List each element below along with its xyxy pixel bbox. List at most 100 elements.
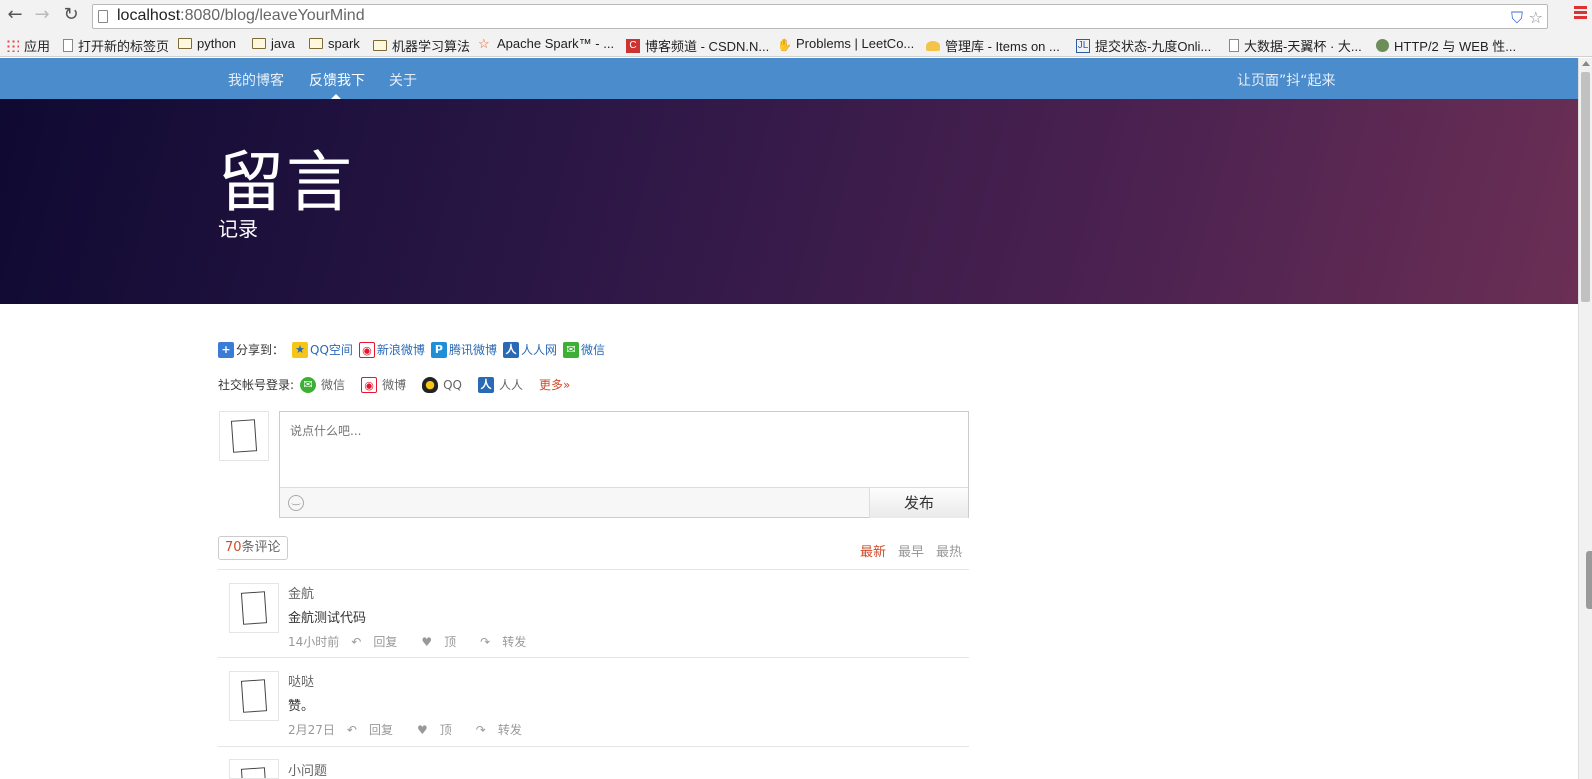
address-bar[interactable]: localhost:8080/blog/leaveYourMind ⛉ ☆ bbox=[92, 4, 1548, 29]
divider bbox=[218, 657, 969, 658]
bookmark-apps[interactable]: 应用 bbox=[6, 36, 50, 55]
jiudu-icon: JL bbox=[1076, 38, 1090, 53]
comment-author[interactable]: 哒哒 bbox=[288, 671, 314, 690]
wechat-icon: ✉ bbox=[300, 376, 317, 393]
bookmark-apache-spark[interactable]: ☆ Apache Spark™ - ... bbox=[478, 36, 614, 51]
plus-icon: + bbox=[218, 341, 234, 358]
reply-arrow-icon: ↶ bbox=[351, 635, 362, 649]
star-icon[interactable]: ☆ bbox=[1529, 8, 1543, 27]
shield-icon[interactable]: ⛉ bbox=[1511, 8, 1523, 28]
nav-about[interactable]: 关于 bbox=[389, 70, 417, 90]
comment-avatar[interactable] bbox=[229, 583, 279, 633]
share-tencent-weibo[interactable]: P 腾讯微博 bbox=[430, 341, 497, 358]
comment-text: 金航测试代码 bbox=[288, 611, 367, 626]
spark-icon: ☆ bbox=[478, 35, 490, 51]
comment-time: 14小时前 bbox=[288, 635, 340, 649]
post-comment-button[interactable]: 发布 bbox=[869, 488, 968, 518]
repost-button[interactable]: ↷ 转发 bbox=[476, 721, 534, 738]
folder-icon bbox=[178, 38, 192, 49]
bookmark-new-tab[interactable]: 打开新的标签页 bbox=[63, 36, 169, 55]
bookmark-python[interactable]: python bbox=[178, 36, 236, 51]
leetcode-icon: ✋ bbox=[777, 37, 792, 52]
current-user-avatar bbox=[219, 411, 269, 461]
bookmarks-bar: 应用 打开新的标签页 python java spark 机器学习算法 ☆ Apa… bbox=[0, 32, 1592, 57]
csdn-icon: C bbox=[626, 38, 640, 53]
apps-icon bbox=[6, 39, 19, 52]
scroll-thumb[interactable] bbox=[1581, 72, 1590, 302]
comment-author[interactable]: 金航 bbox=[288, 583, 314, 602]
back-arrow-icon[interactable]: ← bbox=[4, 4, 26, 26]
comment-time: 2月27日 bbox=[288, 723, 335, 737]
divider bbox=[218, 569, 969, 570]
page-title: 留言 bbox=[218, 144, 354, 221]
renren-icon: 人 bbox=[477, 376, 494, 393]
hero-banner: 留言 记录 bbox=[0, 99, 1578, 304]
like-button[interactable]: ♥ 顶 bbox=[417, 721, 464, 738]
login-weibo[interactable]: ◉ 微博 bbox=[361, 376, 406, 393]
share-bar: + 分享到： ★ QQ空间 ◉ 新浪微博 P 腾讯微博 人人人网 ✉ 微信 bbox=[218, 341, 611, 358]
page-icon bbox=[98, 10, 108, 23]
comment-avatar[interactable] bbox=[229, 759, 279, 779]
bookmark-bigdata[interactable]: 大数据-天翼杯 · 大... bbox=[1229, 36, 1362, 55]
bookmark-java[interactable]: java bbox=[252, 36, 295, 51]
scroll-up-arrow-icon[interactable] bbox=[1582, 61, 1590, 66]
sort-hottest[interactable]: 最热 bbox=[936, 541, 962, 560]
site-navbar: 我的博客 反馈我下 关于 让页面”抖“起来 bbox=[0, 58, 1578, 99]
social-login-bar: 社交帐号登录: ✉ 微信 ◉ 微博 ● QQ 人人人 更多» bbox=[218, 376, 570, 393]
reply-arrow-icon: ↶ bbox=[346, 723, 357, 737]
page-subtitle: 记录 bbox=[218, 217, 258, 241]
forward-arrow-icon: ↷ bbox=[480, 635, 491, 649]
login-renren[interactable]: 人人人 bbox=[477, 376, 523, 393]
heart-icon: ♥ bbox=[421, 635, 433, 649]
divider bbox=[218, 746, 969, 747]
comment-author[interactable]: 小问题 bbox=[288, 760, 327, 779]
bookmark-jiudu[interactable]: JL 提交状态-九度Onli... bbox=[1076, 36, 1211, 55]
sort-newest[interactable]: 最新 bbox=[860, 541, 886, 560]
sort-oldest[interactable]: 最早 bbox=[898, 541, 924, 560]
share-weibo[interactable]: ◉ 新浪微博 bbox=[358, 341, 425, 358]
login-qq[interactable]: ● QQ bbox=[422, 376, 462, 393]
login-wechat[interactable]: ✉ 微信 bbox=[300, 376, 345, 393]
comment-text: 赞。 bbox=[288, 699, 315, 714]
heart-icon: ♥ bbox=[416, 723, 428, 737]
nav-shake-page[interactable]: 让页面”抖“起来 bbox=[1237, 70, 1336, 90]
repost-button[interactable]: ↷ 转发 bbox=[480, 633, 538, 650]
weibo-icon: ◉ bbox=[358, 341, 375, 358]
page-icon bbox=[63, 39, 73, 52]
qq-penguin-icon: ● bbox=[422, 376, 439, 393]
emoji-smile-icon[interactable] bbox=[288, 495, 304, 511]
reply-button[interactable]: ↶ 回复 bbox=[351, 633, 409, 650]
qzone-icon: ★ bbox=[292, 341, 309, 358]
site-icon bbox=[926, 40, 940, 51]
page-scrollbar[interactable] bbox=[1578, 58, 1592, 779]
bookmark-ml[interactable]: 机器学习算法 bbox=[373, 36, 470, 55]
share-renren[interactable]: 人人人网 bbox=[502, 341, 557, 358]
bookmark-leetcode[interactable]: ✋ Problems | LeetCo... bbox=[777, 36, 914, 52]
comment-actions: 2月27日 ↶ 回复 ♥ 顶 ↷ 转发 bbox=[288, 721, 546, 738]
comment-editor: 发布 bbox=[279, 411, 969, 518]
reload-icon[interactable]: ↻ bbox=[60, 4, 82, 26]
side-feedback-tab[interactable] bbox=[1586, 551, 1592, 609]
folder-icon bbox=[373, 40, 387, 51]
comment-input[interactable] bbox=[280, 412, 968, 487]
reply-button[interactable]: ↶ 回复 bbox=[347, 721, 405, 738]
folder-icon bbox=[309, 38, 323, 49]
share-label: 分享到： bbox=[236, 343, 285, 357]
login-more-link[interactable]: 更多» bbox=[539, 376, 570, 393]
bookmark-spark[interactable]: spark bbox=[309, 36, 360, 51]
like-button[interactable]: ♥ 顶 bbox=[421, 633, 468, 650]
bookmark-http2[interactable]: HTTP/2 与 WEB 性... bbox=[1376, 36, 1516, 55]
menu-icon[interactable] bbox=[1574, 6, 1587, 21]
weibo-icon: ◉ bbox=[361, 376, 378, 393]
folder-icon bbox=[252, 38, 266, 49]
url-text[interactable]: localhost:8080/blog/leaveYourMind bbox=[117, 7, 365, 25]
share-wechat[interactable]: ✉ 微信 bbox=[562, 341, 605, 358]
forward-arrow-icon[interactable]: → bbox=[31, 4, 53, 26]
bookmark-csdn[interactable]: C 博客频道 - CSDN.N... bbox=[626, 36, 769, 55]
comment-avatar[interactable] bbox=[229, 671, 279, 721]
share-qzone[interactable]: ★ QQ空间 bbox=[292, 341, 353, 358]
bookmark-items[interactable]: 管理库 - Items on ... bbox=[926, 36, 1060, 55]
comment-actions: 14小时前 ↶ 回复 ♥ 顶 ↷ 转发 bbox=[288, 633, 550, 650]
nav-my-blog[interactable]: 我的博客 bbox=[228, 70, 284, 90]
nav-feedback[interactable]: 反馈我下 bbox=[309, 70, 365, 90]
